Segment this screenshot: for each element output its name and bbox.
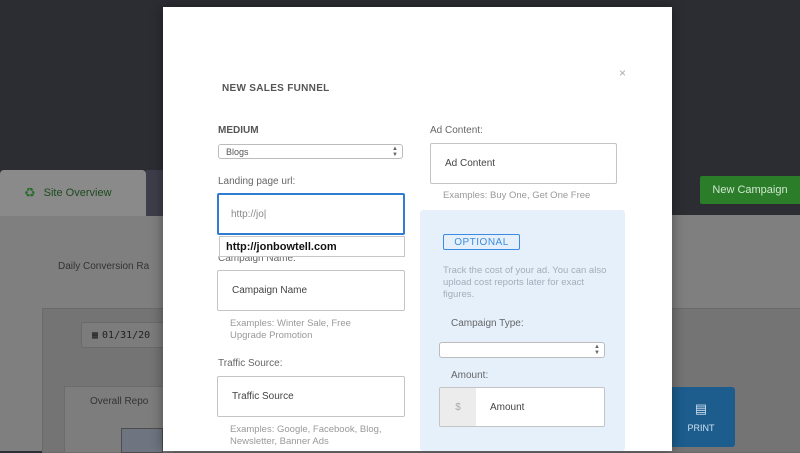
date-picker[interactable]: ▦ 01/31/20: [81, 322, 171, 348]
date-value: 01/31/20: [102, 329, 151, 341]
campaign-name-hint: Examples: Winter Sale, Free Upgrade Prom…: [230, 318, 351, 341]
medium-select[interactable]: Blogs ▲ ▼: [218, 144, 403, 159]
tab-site-overview[interactable]: ♻ Site Overview: [0, 170, 146, 216]
select-arrows-icon: ▲ ▼: [392, 145, 398, 158]
traffic-source-placeholder: Traffic Source: [232, 391, 294, 402]
amount-label: Amount:: [451, 370, 489, 381]
optional-description: Track the cost of your ad. You can also …: [443, 265, 607, 300]
print-label: PRINT: [687, 423, 715, 433]
dollar-prefix: $: [440, 388, 476, 426]
landing-url-value: http://jo|: [231, 208, 267, 220]
campaign-name-input[interactable]: Campaign Name: [217, 270, 405, 311]
ad-content-placeholder: Ad Content: [445, 158, 496, 169]
medium-value: Blogs: [226, 146, 249, 157]
ad-content-hint: Examples: Buy One, Get One Free: [443, 190, 591, 201]
traffic-source-label: Traffic Source:: [218, 358, 283, 369]
amount-input-group[interactable]: $ Amount: [439, 387, 605, 427]
campaign-type-select[interactable]: ▲ ▼: [439, 342, 605, 358]
new-sales-funnel-modal: NEW SALES FUNNEL × MEDIUM Blogs ▲ ▼ Landi…: [163, 7, 672, 451]
print-button[interactable]: ▤ PRINT: [667, 387, 735, 447]
autocomplete-suggestion[interactable]: http://jonbowtell.com: [219, 236, 405, 257]
landing-url-input[interactable]: http://jo|: [217, 193, 405, 235]
daily-conversion-label: Daily Conversion Ra: [58, 261, 150, 272]
tab-label: Site Overview: [43, 187, 112, 199]
overall-report-title: Overall Repo: [90, 396, 149, 407]
recycle-icon: ♻: [24, 185, 36, 200]
amount-placeholder: Amount: [490, 401, 525, 413]
tab-secondary[interactable]: [146, 170, 164, 216]
traffic-source-hint: Examples: Google, Facebook, Blog, Newsle…: [230, 424, 382, 447]
medium-label: MEDIUM: [218, 125, 259, 136]
print-icon: ▤: [694, 401, 708, 416]
ad-content-input[interactable]: Ad Content: [430, 143, 617, 184]
traffic-source-input[interactable]: Traffic Source: [217, 376, 405, 417]
ad-content-label: Ad Content:: [430, 125, 483, 136]
new-campaign-button[interactable]: New Campaign: [700, 176, 800, 204]
optional-badge: OPTIONAL: [443, 234, 520, 250]
campaign-type-label: Campaign Type:: [451, 318, 524, 329]
campaign-name-placeholder: Campaign Name: [232, 285, 308, 296]
modal-title: NEW SALES FUNNEL: [222, 83, 330, 94]
landing-url-label: Landing page url:: [218, 176, 296, 187]
amount-input[interactable]: Amount: [476, 388, 604, 426]
close-icon[interactable]: ×: [619, 66, 626, 80]
bar-chart-icon: [121, 428, 163, 453]
calendar-icon: ▦: [92, 329, 99, 341]
select-arrows-icon: ▲ ▼: [594, 344, 600, 356]
